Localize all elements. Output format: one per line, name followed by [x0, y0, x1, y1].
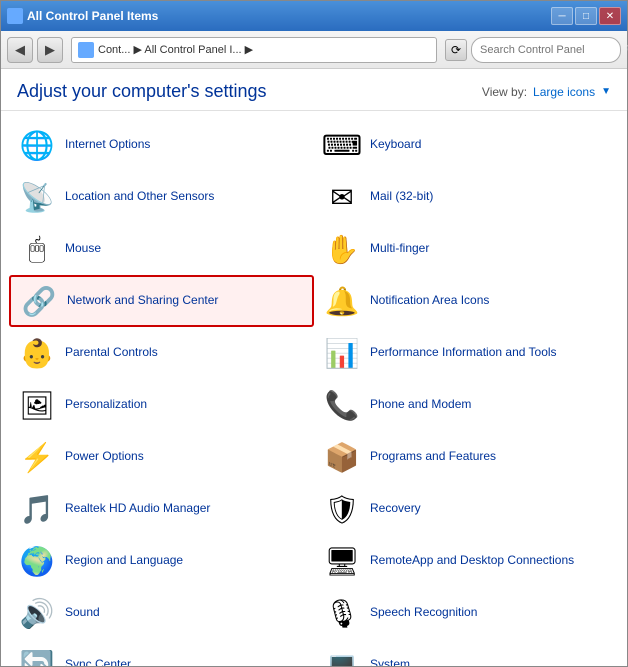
item-internet-options[interactable]: 🌐 Internet Options	[9, 119, 314, 171]
item-programs-features[interactable]: 📦 Programs and Features	[314, 431, 619, 483]
item-mail[interactable]: ✉ Mail (32-bit)	[314, 171, 619, 223]
content-header: Adjust your computer's settings View by:…	[1, 69, 627, 111]
close-button[interactable]: ✕	[599, 7, 621, 25]
realtek-audio-label: Realtek HD Audio Manager	[65, 501, 210, 517]
content-area: Adjust your computer's settings View by:…	[1, 69, 627, 666]
item-remoteapp[interactable]: 🖥 RemoteApp and Desktop Connections	[314, 535, 619, 587]
notification-icons-label: Notification Area Icons	[370, 293, 489, 309]
item-keyboard[interactable]: ⌨ Keyboard	[314, 119, 619, 171]
internet-options-label: Internet Options	[65, 137, 150, 153]
multifinger-icon: ✋	[322, 229, 362, 269]
mouse-label: Mouse	[65, 241, 101, 257]
region-language-icon: 🌍	[17, 541, 57, 581]
address-text: Cont... ▶ All Control Panel I... ▶	[98, 43, 430, 56]
search-box[interactable]: 🔍	[471, 37, 621, 63]
network-sharing-label: Network and Sharing Center	[67, 293, 218, 309]
speech-recognition-label: Speech Recognition	[370, 605, 477, 621]
power-options-icon: ⚡	[17, 437, 57, 477]
title-bar: All Control Panel Items ─ □ ✕	[1, 1, 627, 31]
item-network-sharing[interactable]: 🔗 Network and Sharing Center	[9, 275, 314, 327]
address-bar-icon	[78, 42, 94, 58]
title-bar-title: All Control Panel Items	[27, 9, 158, 23]
item-performance-info[interactable]: 📊 Performance Information and Tools	[314, 327, 619, 379]
performance-info-icon: 📊	[322, 333, 362, 373]
sync-center-icon: 🔄	[17, 645, 57, 666]
title-bar-left: All Control Panel Items	[7, 8, 158, 24]
performance-info-label: Performance Information and Tools	[370, 345, 557, 361]
view-by-label: View by:	[482, 85, 527, 99]
system-icon: 💻	[322, 645, 362, 666]
forward-button[interactable]: ▶	[37, 37, 63, 63]
network-sharing-icon: 🔗	[19, 281, 59, 321]
toolbar: ◀ ▶ Cont... ▶ All Control Panel I... ▶ ⟳…	[1, 31, 627, 69]
item-realtek-audio[interactable]: 🎵 Realtek HD Audio Manager	[9, 483, 314, 535]
personalization-icon: 🖼	[17, 385, 57, 425]
remoteapp-label: RemoteApp and Desktop Connections	[370, 553, 574, 569]
recovery-icon: 🛡	[322, 489, 362, 529]
multifinger-label: Multi-finger	[370, 241, 429, 257]
phone-modem-label: Phone and Modem	[370, 397, 471, 413]
parental-controls-label: Parental Controls	[65, 345, 158, 361]
mail-label: Mail (32-bit)	[370, 189, 433, 205]
item-system[interactable]: 💻 System	[314, 639, 619, 666]
maximize-button[interactable]: □	[575, 7, 597, 25]
sound-label: Sound	[65, 605, 100, 621]
item-multifinger[interactable]: ✋ Multi-finger	[314, 223, 619, 275]
sync-center-label: Sync Center	[65, 657, 131, 666]
refresh-button[interactable]: ⟳	[445, 39, 467, 61]
internet-options-icon: 🌐	[17, 125, 57, 165]
region-language-label: Region and Language	[65, 553, 183, 569]
item-phone-modem[interactable]: 📞 Phone and Modem	[314, 379, 619, 431]
speech-recognition-icon: 🎙	[322, 593, 362, 633]
back-button[interactable]: ◀	[7, 37, 33, 63]
remoteapp-icon: 🖥	[322, 541, 362, 581]
item-speech-recognition[interactable]: 🎙 Speech Recognition	[314, 587, 619, 639]
item-region-language[interactable]: 🌍 Region and Language	[9, 535, 314, 587]
system-label: System	[370, 657, 410, 666]
mouse-icon: 🖱	[17, 229, 57, 269]
programs-features-icon: 📦	[322, 437, 362, 477]
power-options-label: Power Options	[65, 449, 144, 465]
item-sound[interactable]: 🔊 Sound	[9, 587, 314, 639]
item-sync-center[interactable]: 🔄 Sync Center	[9, 639, 314, 666]
location-sensors-label: Location and Other Sensors	[65, 189, 214, 205]
programs-features-label: Programs and Features	[370, 449, 496, 465]
title-bar-icon	[7, 8, 23, 24]
view-by-control: View by: Large icons ▼	[482, 85, 611, 99]
realtek-audio-icon: 🎵	[17, 489, 57, 529]
view-by-value[interactable]: Large icons	[533, 85, 595, 99]
location-sensors-icon: 📡	[17, 177, 57, 217]
title-bar-buttons: ─ □ ✕	[551, 7, 621, 25]
parental-controls-icon: 👶	[17, 333, 57, 373]
item-power-options[interactable]: ⚡ Power Options	[9, 431, 314, 483]
keyboard-label: Keyboard	[370, 137, 421, 153]
control-panel-window: All Control Panel Items ─ □ ✕ ◀ ▶ Cont..…	[0, 0, 628, 667]
item-mouse[interactable]: 🖱 Mouse	[9, 223, 314, 275]
items-grid: 🌐 Internet Options ⌨ Keyboard 📡 Location and …	[1, 111, 627, 666]
keyboard-icon: ⌨	[322, 125, 362, 165]
notification-icons-icon: 🔔	[322, 281, 362, 321]
personalization-label: Personalization	[65, 397, 147, 413]
chevron-down-icon: ▼	[601, 86, 611, 97]
recovery-label: Recovery	[370, 501, 421, 517]
address-bar[interactable]: Cont... ▶ All Control Panel I... ▶	[71, 37, 437, 63]
item-recovery[interactable]: 🛡 Recovery	[314, 483, 619, 535]
item-notification-icons[interactable]: 🔔 Notification Area Icons	[314, 275, 619, 327]
item-location-sensors[interactable]: 📡 Location and Other Sensors	[9, 171, 314, 223]
sound-icon: 🔊	[17, 593, 57, 633]
item-personalization[interactable]: 🖼 Personalization	[9, 379, 314, 431]
phone-modem-icon: 📞	[322, 385, 362, 425]
item-parental-controls[interactable]: 👶 Parental Controls	[9, 327, 314, 379]
mail-icon: ✉	[322, 177, 362, 217]
minimize-button[interactable]: ─	[551, 7, 573, 25]
search-input[interactable]	[480, 44, 622, 56]
page-title: Adjust your computer's settings	[17, 81, 267, 102]
